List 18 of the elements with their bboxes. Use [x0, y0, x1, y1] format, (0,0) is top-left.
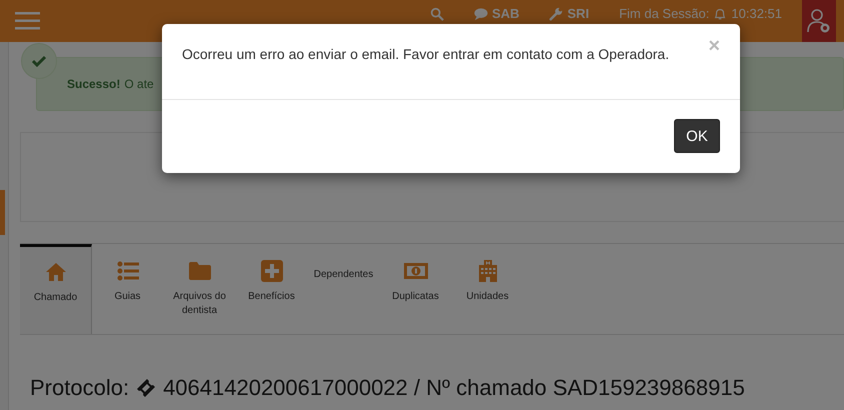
user-avatar[interactable] — [802, 0, 836, 42]
session-time: 10:32:51 — [731, 7, 782, 21]
folder-icon — [188, 259, 212, 283]
protocol-number: 40641420200617000022 / Nº chamado SAD159239868915 — [163, 375, 745, 401]
wrench-icon — [549, 7, 564, 21]
session-label: Fim da Sessão: — [619, 7, 710, 21]
home-icon — [44, 260, 68, 284]
ticket-icon — [135, 377, 158, 399]
tab[interactable]: Chamado — [20, 244, 92, 334]
plus-icon — [260, 259, 284, 283]
protocol-label: Protocolo: — [30, 375, 130, 401]
list-icon — [116, 259, 140, 283]
check-icon — [21, 43, 57, 79]
chat-icon — [474, 7, 488, 21]
search-icon[interactable] — [430, 7, 444, 21]
menu-icon[interactable] — [15, 12, 40, 30]
ok-button[interactable]: OK — [674, 119, 720, 153]
bell-icon — [713, 7, 728, 21]
